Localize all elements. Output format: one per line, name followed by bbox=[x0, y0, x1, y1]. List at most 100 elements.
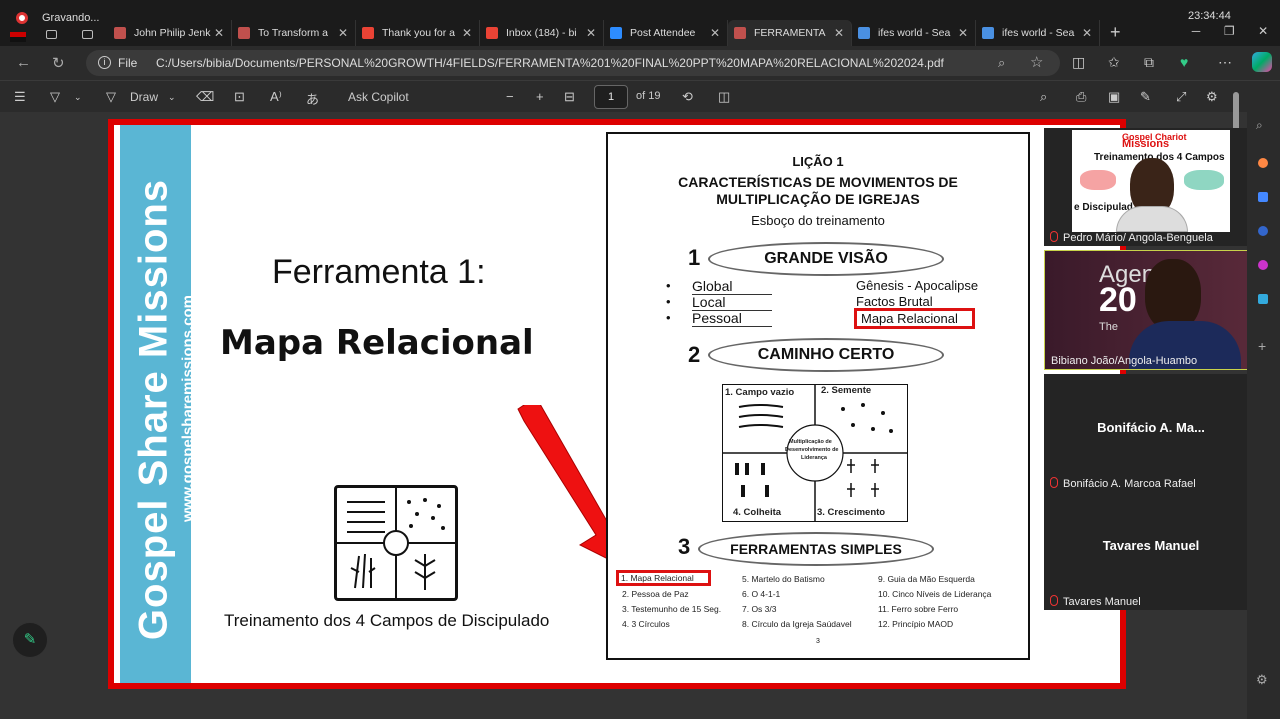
bullet-item: Global bbox=[692, 278, 772, 295]
ask-copilot-button[interactable]: Ask Copilot bbox=[348, 90, 409, 104]
settings-icon[interactable]: ⚙ bbox=[1206, 89, 1218, 105]
participant-tile[interactable]: Tavares Manuel Tavares Manuel bbox=[1044, 492, 1258, 610]
close-window-icon[interactable]: ✕ bbox=[1258, 24, 1268, 42]
participant-video: Gospel Chariot Missions Treinamento dos … bbox=[1072, 130, 1230, 232]
close-tab-icon[interactable]: ✕ bbox=[337, 26, 349, 40]
app-icon[interactable] bbox=[1258, 294, 1268, 304]
app-icon[interactable] bbox=[1258, 260, 1268, 270]
lesson-label: LIÇÃO 1 bbox=[792, 154, 844, 169]
close-tab-icon[interactable]: ✕ bbox=[1081, 26, 1093, 40]
tool-item: 1. Mapa Relacional bbox=[616, 570, 711, 586]
browser-tab[interactable]: To Transform a ✕ bbox=[232, 20, 356, 46]
recording-indicator: Gravando... bbox=[10, 8, 100, 42]
doc-heading-2: MULTIPLICAÇÃO DE IGREJAS bbox=[716, 191, 920, 207]
four-fields-diagram: 1. Campo vazio 2. Semente 4. Colheita 3.… bbox=[722, 384, 908, 522]
erase-icon[interactable]: ⌫ bbox=[196, 89, 214, 105]
save-as-icon[interactable]: ✎ bbox=[1140, 89, 1151, 105]
add-icon[interactable]: + bbox=[1258, 338, 1266, 354]
url-text[interactable]: C:/Users/bibia/Documents/PERSONAL%20GROW… bbox=[156, 56, 944, 70]
draw-button[interactable]: Draw bbox=[130, 90, 158, 104]
muted-mic-icon bbox=[1050, 595, 1058, 606]
close-tab-icon[interactable]: ✕ bbox=[461, 26, 473, 40]
participant-panel: Gospel Chariot Missions Treinamento dos … bbox=[1044, 128, 1260, 610]
tab-title: Inbox (184) - bi bbox=[506, 27, 577, 39]
participant-tile[interactable]: Bonifácio A. Ma... Bonifácio A. Marcoa R… bbox=[1044, 374, 1258, 492]
app-icon[interactable] bbox=[1258, 192, 1268, 202]
quadrant-label: 4. Colheita bbox=[733, 507, 782, 518]
pdf-icon bbox=[734, 27, 746, 39]
favorite-star-icon[interactable]: ☆ bbox=[1030, 53, 1043, 71]
save-icon[interactable]: ▣ bbox=[1108, 89, 1120, 105]
rotate-icon[interactable]: ⟲ bbox=[682, 89, 693, 105]
text-box-icon[interactable]: ⊡ bbox=[234, 89, 245, 105]
minimize-icon[interactable]: ─ bbox=[1192, 24, 1201, 42]
print-icon[interactable]: ⎙ bbox=[1076, 89, 1086, 105]
split-screen-icon[interactable]: ◫ bbox=[1072, 54, 1085, 71]
zoom-icon[interactable]: ⌕ bbox=[998, 55, 1005, 71]
tool-item: 2. Pessoa de Paz bbox=[622, 589, 689, 599]
close-tab-icon[interactable]: ✕ bbox=[585, 26, 597, 40]
copilot-icon[interactable] bbox=[1252, 52, 1272, 72]
page-view-icon[interactable]: ◫ bbox=[718, 89, 730, 105]
collections-icon[interactable]: ⧉ bbox=[1144, 54, 1154, 71]
app-icon[interactable] bbox=[1258, 158, 1268, 168]
tab-actions-icon[interactable] bbox=[82, 30, 93, 39]
search-icon[interactable]: ⌕ bbox=[1040, 89, 1047, 105]
browser-tab[interactable]: ifes world - Sea ✕ bbox=[852, 20, 976, 46]
zoom-out-icon[interactable]: − bbox=[506, 89, 514, 104]
draw-icon[interactable]: ▽ bbox=[106, 89, 116, 105]
tab-title: John Philip Jenk bbox=[134, 27, 211, 39]
tool-item: 4. 3 Círculos bbox=[622, 619, 670, 629]
participant-tile[interactable]: Gospel Chariot Missions Treinamento dos … bbox=[1044, 128, 1258, 246]
page-count: of 19 bbox=[636, 90, 661, 102]
banner-text: The bbox=[1099, 321, 1118, 333]
record-icon bbox=[16, 12, 28, 24]
back-icon[interactable]: ← bbox=[16, 54, 31, 71]
read-aloud-icon[interactable]: A⁾ bbox=[270, 89, 282, 105]
annotate-pen-button[interactable]: ✎ bbox=[12, 622, 48, 658]
chevron-down-icon[interactable]: ⌄ bbox=[74, 92, 82, 103]
browser-tab[interactable]: Post Attendee ✕ bbox=[604, 20, 728, 46]
browser-tab[interactable]: Thank you for a ✕ bbox=[356, 20, 480, 46]
close-tab-icon[interactable]: ✕ bbox=[213, 26, 225, 40]
browser-tab[interactable]: Inbox (184) - bi ✕ bbox=[480, 20, 604, 46]
close-tab-icon[interactable]: ✕ bbox=[957, 26, 969, 40]
scrollbar[interactable] bbox=[1233, 92, 1239, 132]
chevron-down-icon[interactable]: ⌄ bbox=[168, 92, 176, 103]
quadrant-label: 3. Crescimento bbox=[817, 507, 886, 518]
close-tab-icon[interactable]: ✕ bbox=[709, 26, 721, 40]
close-tab-icon[interactable]: ✕ bbox=[833, 26, 845, 40]
settings-icon[interactable]: ⚙ bbox=[1256, 672, 1268, 688]
browser-tab[interactable]: FERRAMENTA ✕ bbox=[728, 20, 852, 46]
new-tab-button[interactable]: + bbox=[1110, 22, 1121, 43]
search-icon bbox=[982, 27, 994, 39]
fullscreen-icon[interactable]: ⤢ bbox=[1176, 89, 1186, 105]
extension-icon[interactable]: ♥ bbox=[1180, 54, 1188, 70]
fit-page-icon[interactable]: ⊟ bbox=[564, 89, 575, 105]
tool-item: 8. Círculo da Igreja Saúdavel bbox=[742, 619, 852, 629]
participant-tile[interactable]: Agen 20 The Bibiano João/Angola-Huambo bbox=[1044, 250, 1258, 370]
browser-tab[interactable]: ifes world - Sea ✕ bbox=[976, 20, 1100, 46]
tool-title: Ferramenta 1: bbox=[272, 253, 486, 291]
right-item-highlighted: Mapa Relacional bbox=[854, 308, 975, 329]
browser-tab[interactable]: John Philip Jenk ✕ bbox=[108, 20, 232, 46]
world-map-icon bbox=[1184, 170, 1224, 190]
highlight-icon[interactable]: ▽ bbox=[50, 89, 60, 105]
center-label: Desenvolvimento de bbox=[785, 447, 839, 453]
section-number: 1 bbox=[688, 245, 701, 270]
more-menu-icon[interactable]: ⋯ bbox=[1218, 54, 1232, 71]
bullet-icon: • bbox=[666, 294, 671, 309]
info-icon[interactable]: i bbox=[98, 56, 111, 69]
refresh-icon[interactable]: ↻ bbox=[52, 54, 65, 72]
translate-icon[interactable]: あ bbox=[306, 89, 319, 108]
zoom-in-icon[interactable]: + bbox=[536, 89, 544, 104]
contents-icon[interactable]: ☰ bbox=[14, 89, 26, 105]
workspaces-icon[interactable] bbox=[46, 30, 57, 39]
page-number-input[interactable]: 1 bbox=[594, 85, 628, 109]
restore-icon[interactable]: ❐ bbox=[1224, 24, 1235, 42]
app-icon[interactable] bbox=[1258, 226, 1268, 236]
slide-content: Gospel Share Missions www.gospelsharemis… bbox=[114, 125, 1120, 683]
favorites-icon[interactable]: ✩ bbox=[1108, 54, 1120, 71]
address-bar[interactable]: i File C:/Users/bibia/Documents/PERSONAL… bbox=[86, 50, 1060, 76]
search-icon[interactable]: ⌕ bbox=[1256, 118, 1263, 133]
